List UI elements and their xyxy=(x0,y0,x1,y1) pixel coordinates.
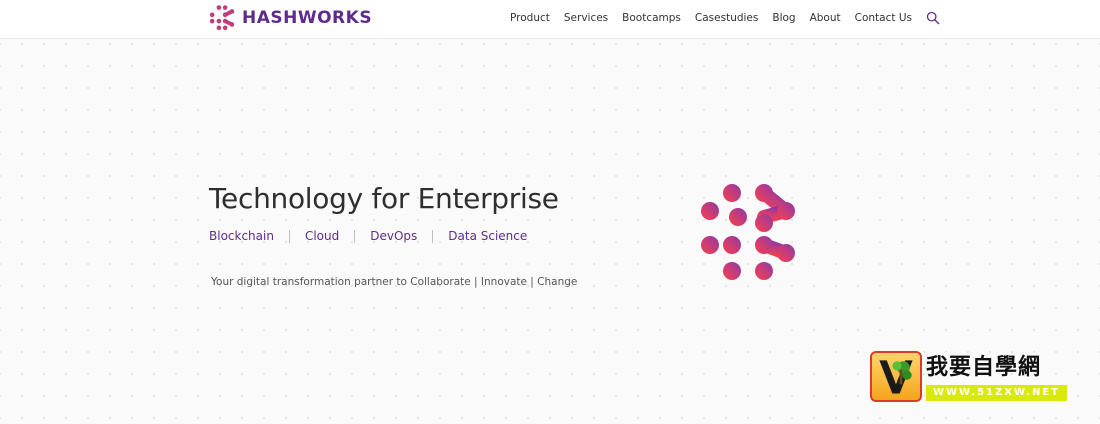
watermark-url: WWW.51ZXW.NET xyxy=(926,385,1067,401)
brand-logo-link[interactable]: HASHWORKS xyxy=(209,4,372,32)
hero-link-data-science[interactable]: Data Science xyxy=(448,229,527,243)
hashworks-hero-logo-icon xyxy=(701,184,795,280)
nav-item-blog[interactable]: Blog xyxy=(772,12,795,24)
hashworks-logo-icon xyxy=(209,5,235,31)
hero-title: Technology for Enterprise xyxy=(209,182,559,215)
watermark-badge: 我要自學網 WWW.51ZXW.NET xyxy=(870,351,1067,402)
hero-link-cloud[interactable]: Cloud xyxy=(305,229,339,243)
nav-item-contact-us[interactable]: Contact Us xyxy=(855,12,912,24)
top-navigation-bar: HASHWORKS Product Services Bootcamps Cas… xyxy=(0,0,1100,39)
nav-item-services[interactable]: Services xyxy=(564,12,608,24)
search-icon[interactable] xyxy=(926,11,940,25)
watermark-text: 我要自學網 xyxy=(926,355,1042,380)
main-nav: Product Services Bootcamps Casestudies B… xyxy=(510,11,940,25)
hero-link-devops[interactable]: DevOps xyxy=(370,229,417,243)
hero-link-blockchain[interactable]: Blockchain xyxy=(209,229,274,243)
nav-item-bootcamps[interactable]: Bootcamps xyxy=(622,12,681,24)
nav-item-about[interactable]: About xyxy=(810,12,841,24)
nav-item-casestudies[interactable]: Casestudies xyxy=(695,12,758,24)
hero-tagline: Your digital transformation partner to C… xyxy=(211,275,578,288)
nav-item-product[interactable]: Product xyxy=(510,12,550,24)
watermark-logo-icon xyxy=(870,351,922,402)
plant-v-icon xyxy=(879,360,913,394)
brand-name: HASHWORKS xyxy=(242,8,373,28)
link-divider xyxy=(354,229,356,243)
hero-service-links: Blockchain Cloud DevOps Data Science xyxy=(209,229,527,243)
link-divider xyxy=(432,229,434,243)
link-divider xyxy=(288,229,290,243)
